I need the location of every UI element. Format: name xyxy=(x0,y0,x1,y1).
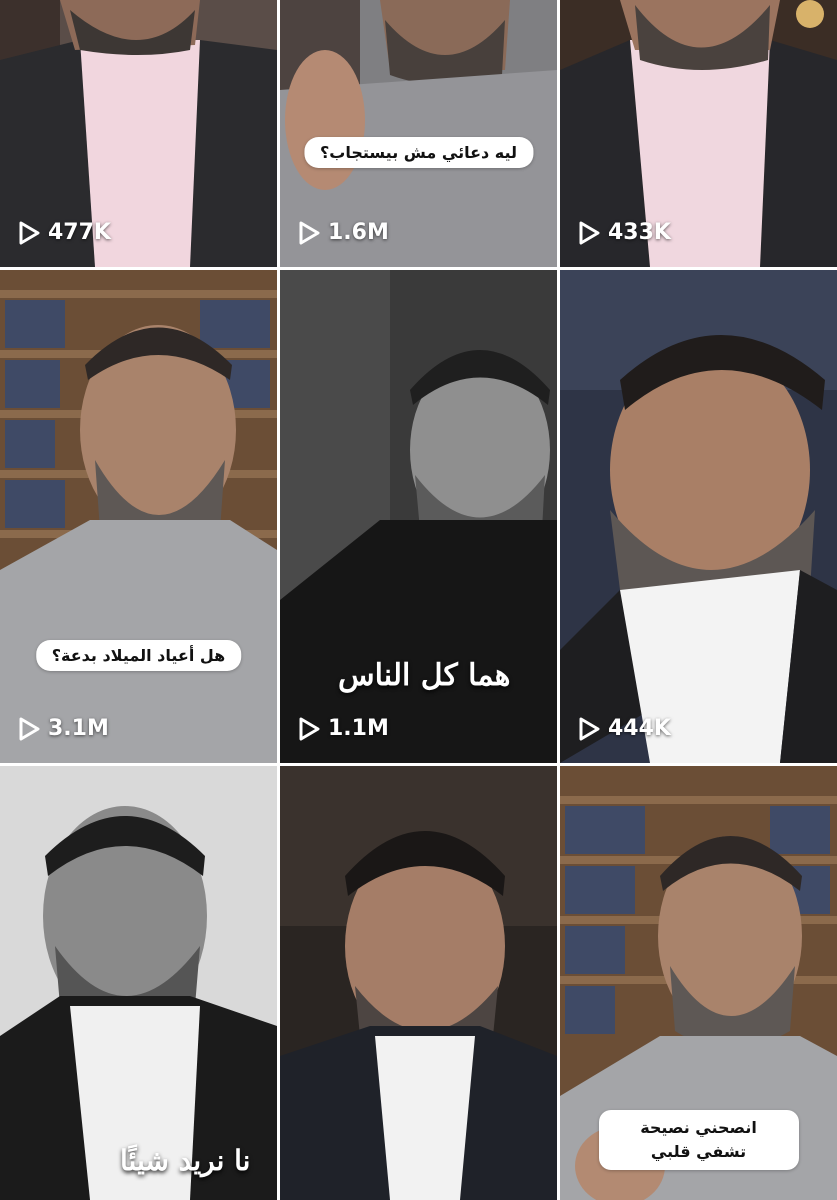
view-count-value: 3.1M xyxy=(48,716,109,741)
video-thumbnail[interactable]: 433K xyxy=(560,0,837,267)
view-count-value: 433K xyxy=(608,220,671,245)
view-count-value: 477K xyxy=(48,220,111,245)
thumbnail-image xyxy=(0,766,277,1200)
play-icon xyxy=(19,717,40,740)
video-thumbnail[interactable]: هل أعياد الميلاد بدعة؟ 3.1M xyxy=(0,270,277,763)
video-caption: انصحني نصيحة تشفي قلبي xyxy=(598,1110,799,1170)
view-count-value: 1.6M xyxy=(328,220,389,245)
view-count-value: 1.1M xyxy=(328,716,389,741)
video-thumbnail[interactable]: 477K xyxy=(0,0,277,267)
thumbnail-image xyxy=(280,766,557,1200)
video-thumbnail[interactable]: 444K xyxy=(560,270,837,763)
thumbnail-image xyxy=(0,270,277,763)
video-thumbnail[interactable]: ليه دعائي مش بيستجاب؟ 1.6M xyxy=(280,0,557,267)
video-overlay-text: نا نريد شيئًا xyxy=(120,1144,251,1177)
view-count: 444K xyxy=(578,716,671,741)
play-icon xyxy=(299,717,320,740)
video-grid: 477K ليه دعائي مش بيستجاب؟ 1.6M 433K هل … xyxy=(0,0,837,1200)
view-count: 1.1M xyxy=(298,716,389,741)
view-count-value: 444K xyxy=(608,716,671,741)
video-thumbnail[interactable] xyxy=(280,766,557,1200)
play-icon xyxy=(19,221,40,244)
view-count: 1.6M xyxy=(298,220,389,245)
video-thumbnail[interactable]: انصحني نصيحة تشفي قلبي xyxy=(560,766,837,1200)
view-count: 3.1M xyxy=(18,716,109,741)
play-icon xyxy=(579,717,600,740)
play-icon xyxy=(299,221,320,244)
video-caption: هل أعياد الميلاد بدعة؟ xyxy=(35,640,242,671)
view-count: 477K xyxy=(18,220,111,245)
video-overlay-text: هما كل الناس xyxy=(338,658,511,693)
view-count: 433K xyxy=(578,220,671,245)
video-caption: ليه دعائي مش بيستجاب؟ xyxy=(303,137,534,168)
video-thumbnail[interactable]: نا نريد شيئًا xyxy=(0,766,277,1200)
thumbnail-image xyxy=(560,270,837,763)
video-thumbnail[interactable]: هما كل الناس 1.1M xyxy=(280,270,557,763)
play-icon xyxy=(579,221,600,244)
